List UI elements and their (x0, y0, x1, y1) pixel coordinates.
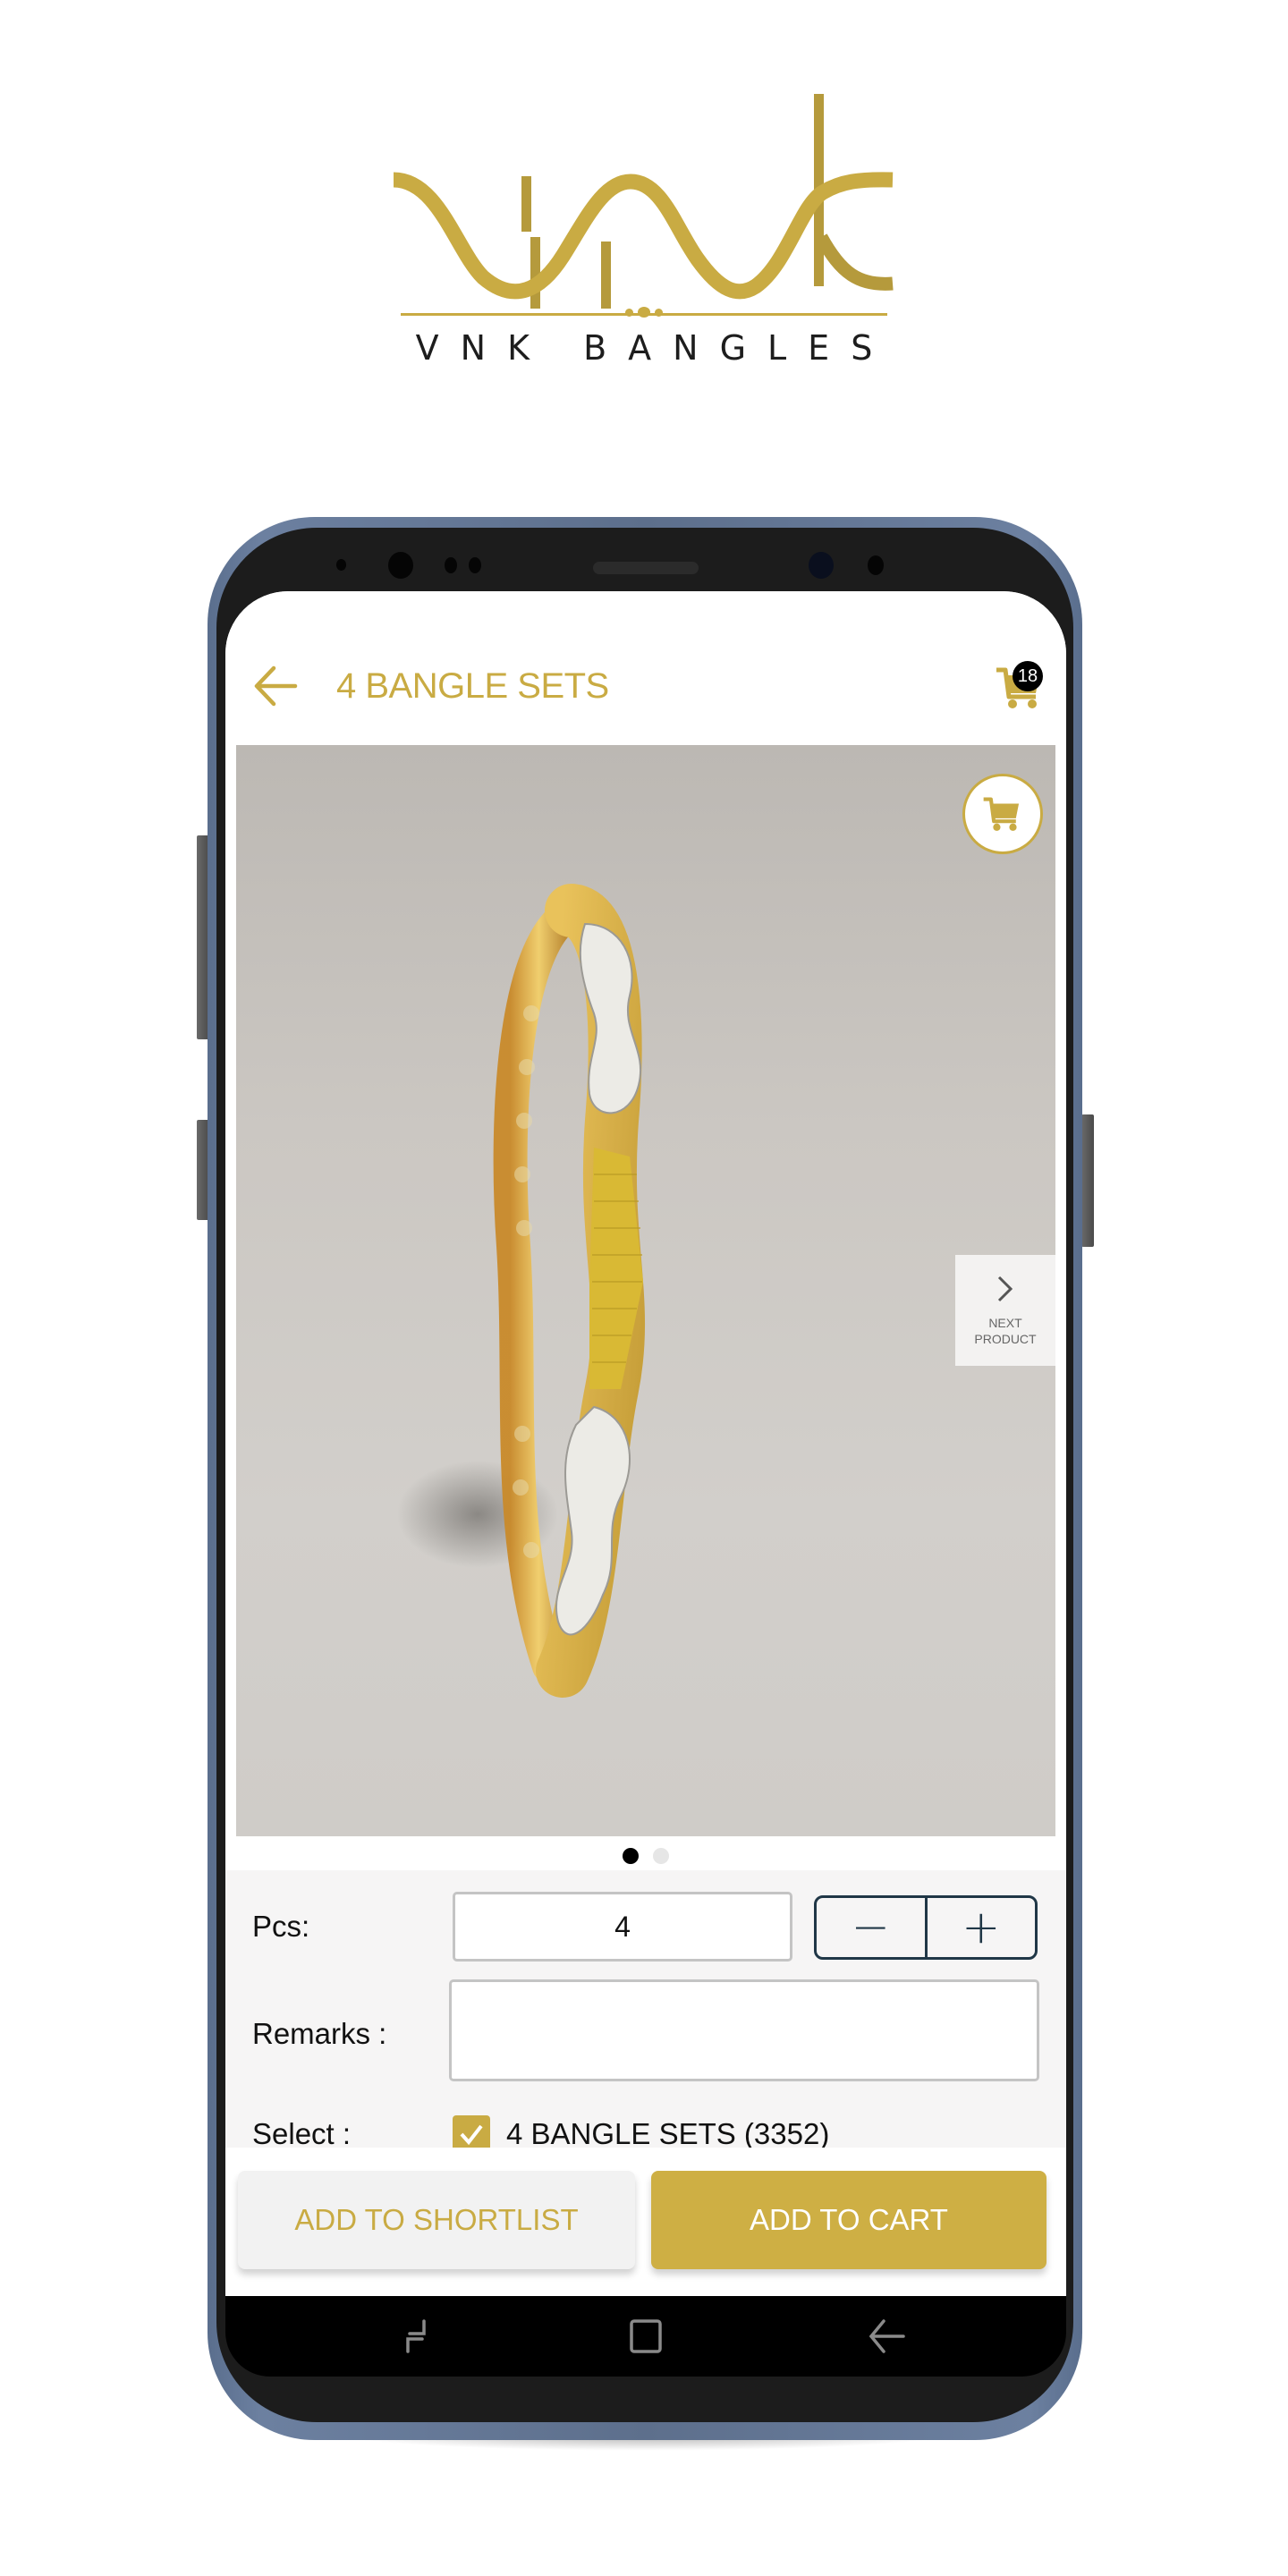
back-nav-button[interactable] (866, 2316, 907, 2357)
select-option-label: 4 BANGLE SETS (3352) (506, 2117, 830, 2148)
product-image-carousel[interactable]: NEXT PRODUCT (236, 745, 1055, 1836)
select-option-checkbox[interactable] (453, 2115, 490, 2148)
pcs-input[interactable] (453, 1892, 792, 1962)
app-header: 4 BANGLE SETS 18 (225, 591, 1066, 743)
logo-ornament (625, 307, 663, 318)
carousel-indicators (225, 1845, 1066, 1867)
front-camera (388, 552, 413, 579)
next-product-button[interactable]: NEXT PRODUCT (955, 1255, 1055, 1366)
sensor-dot (445, 557, 457, 573)
pcs-label: Pcs: (252, 1910, 310, 1943)
product-image (397, 884, 646, 1698)
page-title: 4 BANGLE SETS (336, 666, 609, 706)
add-to-cart-button[interactable]: ADD TO CART (651, 2171, 1046, 2269)
remarks-input[interactable] (449, 1979, 1039, 2081)
select-label: Select : (252, 2117, 352, 2148)
cart-count-badge: 18 (1013, 661, 1043, 691)
back-icon (869, 2319, 905, 2353)
recent-apps-icon (406, 2319, 426, 2353)
brand-name: VNK BANGLES (415, 328, 894, 368)
home-icon (630, 2319, 662, 2353)
quantity-stepper: − + (814, 1895, 1038, 1960)
arrow-left-icon (254, 665, 298, 707)
shopping-cart-icon (983, 797, 1020, 831)
recent-apps-button[interactable] (395, 2316, 436, 2357)
next-label-line1: NEXT (988, 1316, 1022, 1330)
sensor-dot (868, 555, 884, 575)
proximity-sensor (336, 559, 346, 571)
order-form: Pcs: − + Remarks : Select : 4 BANGLE SET… (225, 1870, 1066, 2148)
back-button[interactable] (252, 663, 299, 709)
decrement-button[interactable]: − (817, 1898, 925, 1957)
checkmark-icon (460, 2124, 483, 2146)
app-screen: 4 BANGLE SETS 18 NEXT PRODUCT Pcs: 4 − +… (225, 591, 1066, 2296)
carousel-dot-1[interactable] (623, 1848, 639, 1864)
add-to-cart-floating-button[interactable] (962, 774, 1043, 854)
next-label-line2: PRODUCT (974, 1332, 1037, 1346)
increment-button[interactable]: + (928, 1898, 1036, 1957)
remarks-label: Remarks : (252, 2017, 387, 2050)
power-button (1081, 1114, 1094, 1247)
carousel-dot-2[interactable] (653, 1848, 669, 1864)
brand-logo: VNK BANGLES (394, 94, 894, 371)
action-bar: ADD TO SHORTLIST ADD TO CART (225, 2148, 1066, 2296)
chevron-right-icon (997, 1275, 1013, 1302)
sensor-dot (469, 557, 481, 573)
add-to-shortlist-button[interactable]: ADD TO SHORTLIST (238, 2171, 635, 2269)
vnk-logo-mark (394, 94, 894, 309)
system-navigation-bar (225, 2296, 1066, 2377)
next-product-label: NEXT PRODUCT (974, 1315, 1036, 1347)
earpiece-speaker (593, 562, 699, 574)
home-button[interactable] (625, 2316, 666, 2357)
iris-scanner (809, 552, 834, 579)
